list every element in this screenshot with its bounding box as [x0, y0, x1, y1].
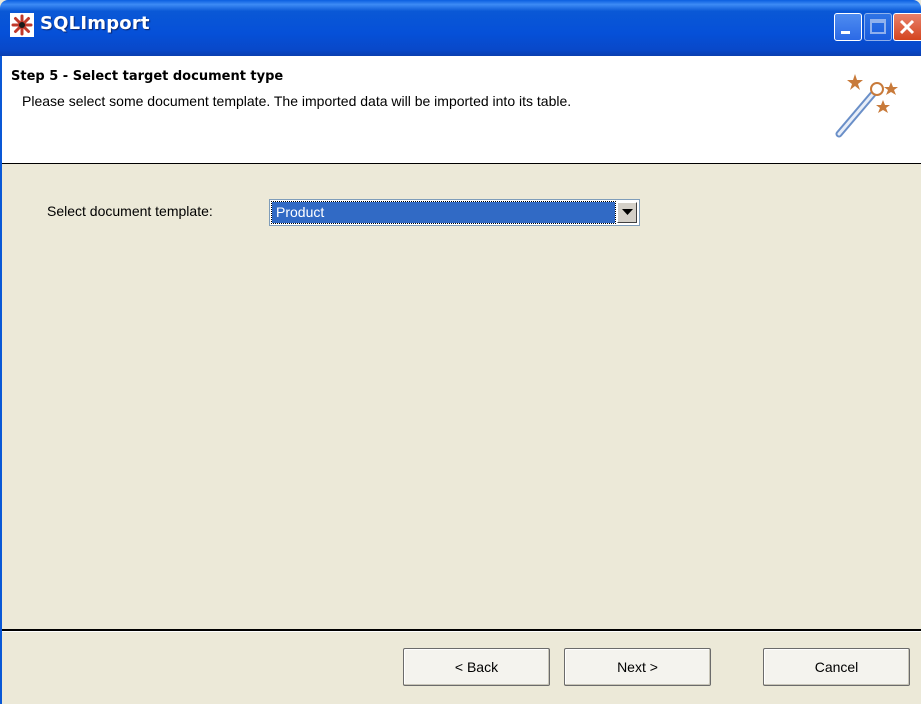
chevron-down-icon	[622, 209, 633, 215]
window-frame-left	[0, 56, 2, 704]
title-bar[interactable]: SQLImport	[0, 0, 921, 56]
footer-divider	[0, 629, 921, 632]
step-description: Please select some document template. Th…	[22, 93, 572, 109]
dropdown-button[interactable]	[617, 202, 637, 223]
back-button[interactable]: < Back	[403, 648, 550, 686]
app-asterisk-icon	[10, 13, 34, 37]
maximize-icon	[870, 19, 886, 34]
minimize-button[interactable]	[834, 13, 862, 41]
close-icon	[899, 19, 915, 35]
window-title: SQLImport	[40, 13, 150, 34]
minimize-icon	[841, 31, 850, 34]
sqlimport-window: SQLImport Step 5 - Select target documen…	[0, 0, 921, 704]
step-title: Step 5 - Select target document type	[11, 69, 284, 84]
template-label: Select document template:	[47, 203, 213, 219]
template-select[interactable]: Product	[269, 199, 640, 226]
close-button[interactable]	[893, 13, 921, 41]
template-select-value: Product	[271, 201, 616, 224]
maximize-button[interactable]	[864, 13, 892, 41]
cancel-button[interactable]: Cancel	[763, 648, 910, 686]
magic-wand-icon	[835, 74, 898, 138]
next-button[interactable]: Next >	[564, 648, 711, 686]
wizard-header: Step 5 - Select target document type Ple…	[0, 56, 921, 164]
